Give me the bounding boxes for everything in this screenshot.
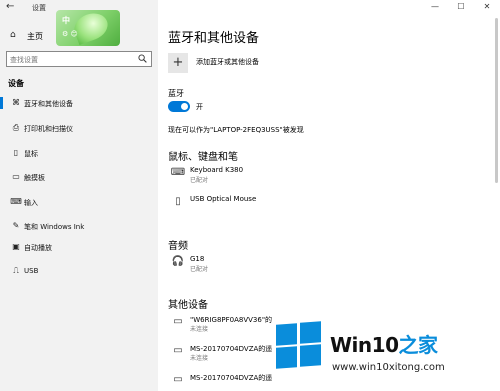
device-status: 已配对 [190, 266, 209, 273]
sidebar-item-label: 自动播放 [24, 244, 52, 252]
bluetooth-icon: ⌘ [12, 98, 20, 107]
printer-icon: ⎙ [12, 123, 20, 132]
group-title-other: 其他设备 [168, 300, 208, 311]
sidebar-item-label: 输入 [24, 199, 38, 207]
bluetooth-heading: 蓝牙 [168, 89, 184, 98]
watermark-brand-b: 之家 [398, 333, 439, 357]
sidebar-item-label: USB [24, 267, 39, 275]
autoplay-icon: ▣ [12, 242, 20, 251]
sidebar-item-usb[interactable]: ⎍ USB [0, 262, 158, 280]
toggle-knob [181, 103, 188, 110]
plus-icon: + [172, 55, 184, 70]
sidebar-item-typing[interactable]: ⌨ 输入 [0, 193, 158, 211]
sidebar-item-label: 打印机和扫描仪 [24, 125, 73, 133]
device-name: MS-20170704DVZA的遥 [190, 374, 273, 382]
device-status: 已配对 [190, 177, 209, 184]
watermark-brand: Win10之家 [330, 329, 438, 358]
minimize-button[interactable]: — [422, 0, 448, 14]
sidebar-item-pen[interactable]: ✎ 笔和 Windows Ink [0, 217, 158, 235]
watermark: Win10之家 www.win10xitong.com [268, 318, 500, 391]
page-title: 蓝牙和其他设备 [168, 31, 260, 46]
device-item[interactable]: 🎧 G18 已配对 [168, 254, 488, 278]
device-icon: ▭ [173, 316, 183, 327]
sidebar-item-label: 鼠标 [24, 150, 38, 158]
section-title: 设备 [8, 79, 24, 88]
sidebar-item-label: 触摸板 [24, 174, 45, 182]
search-box[interactable] [6, 51, 152, 67]
window-controls: — ☐ ✕ [422, 0, 500, 14]
sidebar-item-label: 笔和 Windows Ink [24, 223, 85, 231]
touchpad-icon: ▭ [12, 172, 20, 181]
scrollbar[interactable] [495, 18, 498, 183]
device-item[interactable]: ▯ USB Optical Mouse [168, 194, 488, 218]
keyboard-icon: ⌨ [10, 197, 22, 206]
close-button[interactable]: ✕ [474, 0, 500, 14]
ime-mode-indicator: 中 [62, 16, 70, 25]
watermark-brand-a: Win10 [330, 333, 399, 357]
add-device-button[interactable]: + [168, 53, 188, 73]
search-icon[interactable] [138, 54, 147, 63]
device-icon: ▭ [173, 374, 183, 385]
sidebar-item-autoplay[interactable]: ▣ 自动播放 [0, 238, 158, 256]
maximize-button[interactable]: ☐ [448, 0, 474, 14]
sidebar-item-touchpad[interactable]: ▭ 触摸板 [0, 168, 158, 186]
device-name: USB Optical Mouse [190, 195, 257, 203]
sidebar-item-printers[interactable]: ⎙ 打印机和扫描仪 [0, 119, 158, 137]
sidebar-item-bluetooth[interactable]: ⌘ 蓝牙和其他设备 [0, 94, 158, 112]
watermark-url: www.win10xitong.com [332, 362, 445, 373]
toggle-state-label: 开 [196, 103, 203, 111]
back-arrow-icon[interactable]: ← [6, 1, 14, 12]
windows-logo-icon [276, 321, 322, 369]
discoverable-text: 现在可以作为"LAPTOP-2FEQ3USS"被发现 [168, 126, 304, 134]
search-input[interactable] [10, 54, 130, 65]
pen-icon: ✎ [12, 221, 20, 230]
keyboard-icon: ⌨ [170, 167, 186, 178]
app-title: 设置 [32, 4, 46, 12]
headset-icon: 🎧 [171, 256, 185, 267]
add-device-label[interactable]: 添加蓝牙或其他设备 [196, 57, 259, 67]
home-label: 主页 [27, 32, 43, 41]
sidebar-item-mouse[interactable]: ▯ 鼠标 [0, 144, 158, 162]
home-icon: ⌂ [10, 30, 16, 40]
settings-sidebar: ← 设置 中 ⚙ 😊 ⌂ 主页 设备 ⌘ 蓝牙和其他设备 ⎙ 打印机和扫描仪 ▯… [0, 0, 158, 391]
device-status: 未连接 [190, 355, 209, 362]
device-name: G18 [190, 255, 205, 263]
usb-icon: ⎍ [13, 266, 19, 275]
bluetooth-toggle[interactable] [168, 101, 190, 112]
group-title-audio: 音频 [168, 241, 188, 252]
sidebar-item-home[interactable]: ⌂ 主页 [0, 28, 158, 44]
device-status: 未连接 [190, 326, 209, 333]
device-item[interactable]: ⌨ Keyboard K380 已配对 [168, 165, 488, 189]
mouse-icon: ▯ [13, 148, 19, 157]
device-icon: ▭ [173, 345, 183, 356]
group-title-input: 鼠标、键盘和笔 [168, 152, 238, 163]
mouse-icon: ▯ [175, 196, 181, 207]
device-name: Keyboard K380 [190, 166, 244, 174]
sidebar-item-label: 蓝牙和其他设备 [24, 100, 73, 108]
